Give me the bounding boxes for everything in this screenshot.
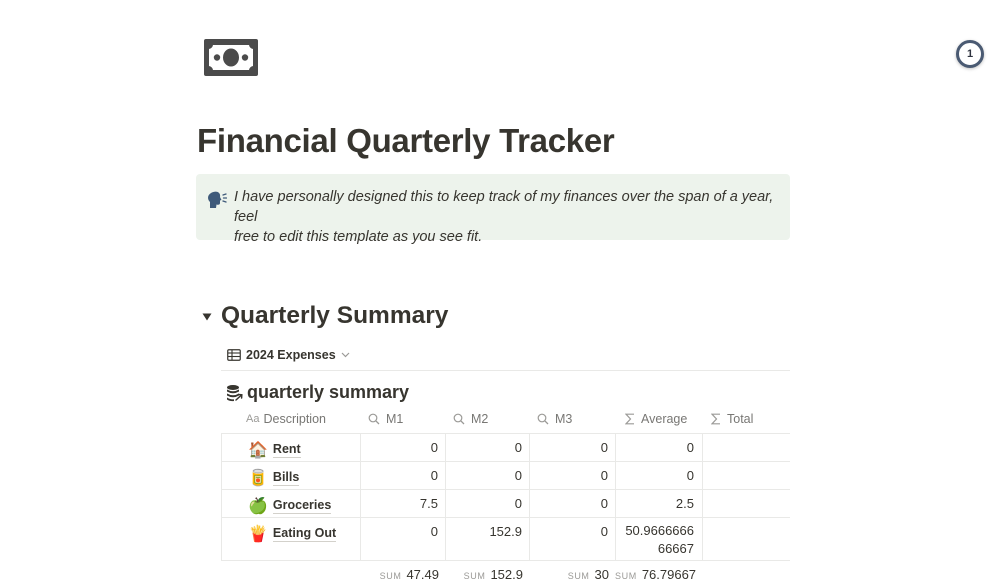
row-emoji: 🏠 bbox=[248, 442, 268, 459]
sum-value: 152.9 bbox=[490, 567, 523, 582]
sum-label: SUM bbox=[615, 571, 637, 581]
column-header-label: M2 bbox=[471, 412, 489, 426]
cell-m3[interactable]: 0 bbox=[534, 524, 608, 539]
cell-m2[interactable]: 0 bbox=[450, 468, 522, 483]
callout-line-2: free to edit this template as you see fi… bbox=[234, 229, 483, 245]
callout-line-1: I have personally designed this to keep … bbox=[234, 189, 774, 225]
search-icon bbox=[453, 413, 465, 425]
header-divider bbox=[221, 433, 790, 434]
cell-average[interactable]: 2.5 bbox=[620, 495, 694, 513]
table-row-eating-out[interactable]: 🍟 Eating Out bbox=[248, 524, 337, 544]
column-header-label: Total bbox=[727, 412, 754, 426]
column-divider bbox=[702, 433, 703, 561]
cell-m2[interactable]: 152.9 bbox=[450, 524, 522, 539]
sum-value: 47.49 bbox=[406, 567, 439, 582]
row-divider bbox=[221, 560, 790, 561]
cell-average[interactable]: 0 bbox=[620, 467, 694, 485]
row-name[interactable]: Rent bbox=[272, 442, 301, 458]
database-title-row: quarterly summary bbox=[226, 382, 409, 403]
sum-label: SUM bbox=[379, 571, 402, 581]
cell-m1[interactable]: 7.5 bbox=[365, 496, 438, 511]
cell-average[interactable]: 50.9666666 66667 bbox=[620, 522, 694, 558]
notification-badge[interactable]: 1 bbox=[956, 40, 984, 68]
column-header-m2[interactable]: M2 bbox=[453, 412, 488, 426]
chevron-down-icon[interactable] bbox=[341, 352, 350, 358]
search-icon bbox=[368, 413, 380, 425]
average-value-continued: 66667 bbox=[657, 541, 694, 556]
row-divider bbox=[221, 517, 790, 518]
sigma-icon bbox=[625, 413, 634, 425]
column-divider bbox=[615, 433, 616, 561]
speaking-head-icon bbox=[208, 191, 227, 208]
column-divider bbox=[221, 433, 222, 561]
average-value: 2.5 bbox=[675, 496, 694, 511]
sum-label: SUM bbox=[567, 571, 590, 581]
search-icon bbox=[537, 413, 549, 425]
page-title[interactable]: Financial Quarterly Tracker bbox=[197, 122, 615, 160]
sum-value: 30 bbox=[594, 567, 609, 582]
table-row-rent[interactable]: 🏠 Rent bbox=[248, 440, 301, 460]
table-icon bbox=[227, 349, 241, 361]
sum-m1[interactable]: SUM 47.49 bbox=[360, 567, 439, 582]
triangle-down-icon[interactable] bbox=[202, 312, 212, 322]
sum-value: 76.79667 bbox=[641, 567, 697, 582]
row-divider bbox=[221, 461, 790, 462]
row-emoji: 🍏 bbox=[248, 498, 268, 515]
row-name[interactable]: Eating Out bbox=[272, 526, 337, 542]
sum-label: SUM bbox=[463, 571, 486, 581]
column-header-average[interactable]: Average bbox=[625, 412, 687, 426]
cell-m1[interactable]: 0 bbox=[365, 468, 438, 483]
text-type-icon: Aa bbox=[246, 413, 260, 425]
column-header-description[interactable]: Aa Description bbox=[246, 412, 326, 426]
coins-icon bbox=[227, 384, 243, 401]
sum-m2[interactable]: SUM 152.9 bbox=[445, 567, 523, 582]
view-label: 2024 Expenses bbox=[246, 348, 336, 362]
section-heading[interactable]: Quarterly Summary bbox=[221, 302, 448, 330]
dollar-bill-icon[interactable] bbox=[204, 39, 258, 76]
row-emoji: 🍟 bbox=[248, 526, 268, 543]
view-divider bbox=[221, 370, 790, 371]
callout-text: I have personally designed this to keep … bbox=[234, 187, 779, 247]
column-divider bbox=[445, 433, 446, 561]
column-divider bbox=[529, 433, 530, 561]
row-name[interactable]: Bills bbox=[272, 470, 300, 486]
cell-m1[interactable]: 0 bbox=[365, 440, 438, 455]
column-header-total[interactable]: Total bbox=[711, 412, 753, 426]
column-header-label: Average bbox=[641, 412, 688, 426]
column-header-m1[interactable]: M1 bbox=[368, 412, 403, 426]
cell-m2[interactable]: 0 bbox=[450, 440, 522, 455]
callout-block[interactable]: I have personally designed this to keep … bbox=[196, 174, 790, 245]
row-emoji: 🥫 bbox=[248, 470, 268, 487]
average-value: 0 bbox=[686, 468, 694, 483]
average-value: 50.9666666 bbox=[625, 523, 694, 538]
row-divider bbox=[221, 489, 790, 490]
table-row-groceries[interactable]: 🍏 Groceries bbox=[248, 496, 332, 516]
column-header-label: Description bbox=[263, 412, 326, 426]
view-tab-2024-expenses[interactable]: 2024 Expenses bbox=[227, 346, 350, 364]
column-divider bbox=[360, 433, 361, 561]
row-name[interactable]: Groceries bbox=[272, 498, 332, 514]
cell-m3[interactable]: 0 bbox=[534, 496, 608, 511]
notification-count: 1 bbox=[966, 48, 974, 60]
sigma-icon bbox=[711, 413, 720, 425]
cell-m3[interactable]: 0 bbox=[534, 440, 608, 455]
column-header-label: M1 bbox=[386, 412, 404, 426]
column-header-m3[interactable]: M3 bbox=[537, 412, 572, 426]
table-row-bills[interactable]: 🥫 Bills bbox=[248, 468, 300, 488]
column-header-label: M3 bbox=[555, 412, 573, 426]
average-value: 0 bbox=[686, 440, 694, 455]
database-title[interactable]: quarterly summary bbox=[247, 382, 409, 403]
sum-average[interactable]: SUM 76.79667 bbox=[615, 567, 697, 582]
cell-m2[interactable]: 0 bbox=[450, 496, 522, 511]
cell-m1[interactable]: 0 bbox=[365, 524, 438, 539]
cell-average[interactable]: 0 bbox=[620, 439, 694, 457]
sum-m3[interactable]: SUM 30 bbox=[529, 567, 609, 582]
cell-m3[interactable]: 0 bbox=[534, 468, 608, 483]
